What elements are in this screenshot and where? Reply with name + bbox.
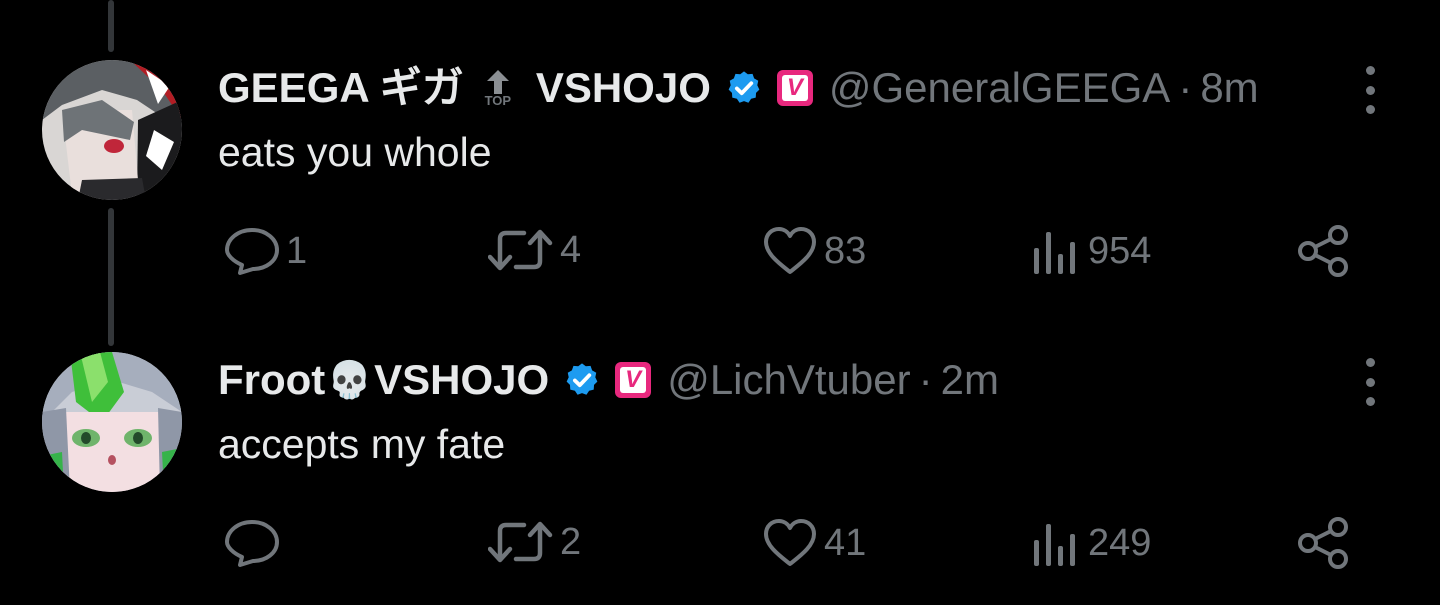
reply-button[interactable] (224, 518, 286, 568)
share-button[interactable] (1296, 516, 1352, 570)
like-count: 41 (824, 522, 867, 564)
like-button[interactable]: 41 (762, 518, 866, 568)
views-icon (1034, 524, 1075, 566)
views-icon (1034, 232, 1075, 274)
like-icon (764, 519, 816, 566)
share-button[interactable] (1296, 224, 1352, 278)
tweet[interactable]: Froot 💀 VSHOJO V @LichVtuber · 2m accept… (0, 300, 1440, 605)
more-icon[interactable] (1355, 358, 1385, 406)
retweet-button[interactable]: 2 (488, 518, 581, 566)
retweet-icon (488, 521, 553, 563)
tweet-header: GEEGA ギガ TOP VSHOJO V @GeneralGEEGA · 8m (218, 64, 1259, 112)
like-count: 83 (824, 230, 867, 272)
tweet-text: eats you whole (218, 129, 492, 175)
reply-icon (225, 520, 279, 567)
tweet-header: Froot 💀 VSHOJO V @LichVtuber · 2m (218, 356, 999, 404)
reply-count: 1 (286, 230, 308, 272)
separator-dot: · (918, 356, 933, 403)
retweet-count: 4 (560, 229, 582, 271)
vshojo-affiliate-badge[interactable]: V (776, 70, 813, 106)
views-button[interactable]: 954 (1030, 226, 1151, 276)
verified-badge-icon[interactable] (563, 361, 601, 399)
display-name[interactable]: Froot (218, 356, 325, 404)
more-icon[interactable] (1355, 66, 1385, 114)
view-count: 249 (1088, 522, 1152, 564)
timestamp[interactable]: 8m (1200, 64, 1258, 112)
tweet[interactable]: GEEGA ギガ TOP VSHOJO V @GeneralGEEGA · 8m… (0, 0, 1440, 300)
avatar[interactable] (42, 60, 182, 200)
views-button[interactable]: 249 (1030, 518, 1151, 568)
user-handle[interactable]: @GeneralGEEGA (829, 64, 1170, 112)
display-name[interactable]: GEEGA ギガ (218, 64, 464, 112)
like-icon (764, 227, 816, 274)
timestamp[interactable]: 2m (941, 356, 999, 404)
retweet-button[interactable]: 4 (488, 226, 581, 274)
vshojo-affiliate-badge[interactable]: V (615, 362, 652, 398)
view-count: 954 (1088, 230, 1152, 272)
like-button[interactable]: 83 (762, 226, 866, 276)
top-badge: TOP (480, 69, 516, 108)
tweet-text: accepts my fate (218, 421, 506, 467)
affiliate-badge-letter: V (781, 75, 808, 101)
share-icon (1298, 225, 1348, 277)
reply-button[interactable]: 1 (224, 226, 307, 276)
display-name-suffix[interactable]: VSHOJO (374, 356, 549, 404)
retweet-count: 2 (560, 521, 582, 563)
affiliate-badge-letter: V (620, 367, 647, 393)
verified-badge-icon[interactable] (725, 69, 763, 107)
user-handle[interactable]: @LichVtuber (667, 356, 910, 404)
arrow-up-icon (486, 69, 509, 94)
reply-icon (225, 228, 279, 275)
avatar[interactable] (42, 352, 182, 492)
separator-dot: · (1178, 64, 1193, 111)
skull-emoji: 💀 (327, 359, 373, 400)
share-icon (1298, 517, 1348, 569)
top-badge-label: TOP (484, 92, 512, 108)
display-name-suffix[interactable]: VSHOJO (536, 64, 711, 112)
retweet-icon (488, 229, 553, 271)
